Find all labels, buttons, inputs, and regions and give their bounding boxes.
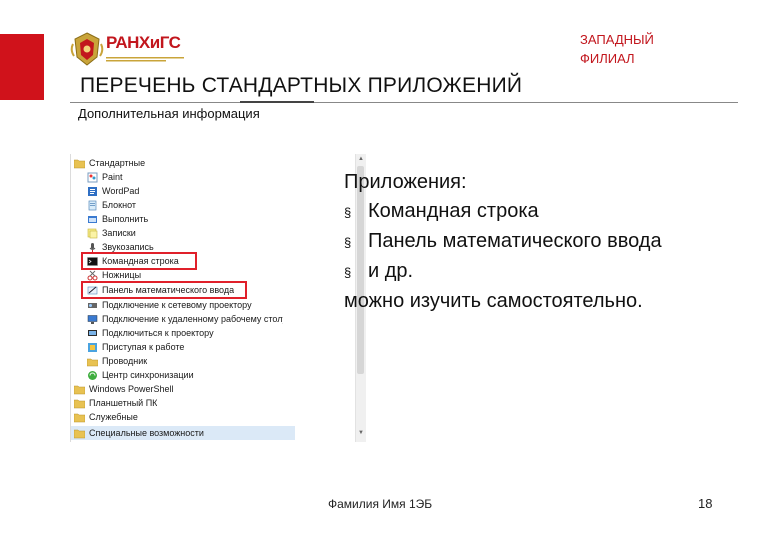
menu-item-standard[interactable]: Стандартные [71, 156, 283, 170]
folder-icon [74, 159, 85, 168]
menu-item-label: Приступая к работе [102, 342, 185, 352]
slide-title: ПЕРЕЧЕНЬ СТАНДАРТНЫХ ПРИЛОЖЕНИЙ [80, 74, 523, 97]
menu-item-notepad[interactable]: Блокнот [71, 198, 283, 212]
menu-item-label: Служебные [89, 412, 138, 422]
bullet-marker: § [344, 205, 352, 220]
start-menu-screenshot: Стандартные Paint WordPad Блокнот Выполн… [70, 154, 366, 442]
menu-item-label: WordPad [102, 186, 140, 196]
projector-icon [88, 302, 97, 308]
bullet-text: Командная строка [368, 200, 539, 222]
getting-started-icon [88, 342, 97, 352]
page-number: 18 [698, 496, 713, 511]
menu-item-label: Выполнить [102, 214, 149, 224]
folder-icon [74, 385, 85, 394]
logo-text: РАНХиГС [106, 33, 181, 52]
menu-item-label: Ножницы [102, 270, 142, 280]
title-divider-accent [240, 101, 314, 103]
menu-item-label: Специальные возможности [89, 428, 204, 438]
bullet-marker: § [344, 265, 352, 280]
paint-icon [87, 172, 98, 182]
folder-icon [74, 399, 85, 408]
menu-item-label: Блокнот [102, 200, 137, 210]
emblem-icon [70, 32, 104, 66]
scroll-up-icon[interactable]: ▲ [358, 156, 364, 162]
content-heading: Приложения: [344, 171, 467, 193]
logo-tagline-graphic [106, 57, 184, 62]
bullet-text: Панель математического ввода [368, 230, 662, 252]
menu-item-label: Записки [102, 228, 136, 238]
menu-item-label: Планшетный ПК [89, 398, 158, 408]
projector-icon [88, 329, 97, 336]
branch-line-1: ЗАПАДНЫЙ [580, 32, 654, 47]
menu-item-sticky-notes[interactable]: Записки [71, 226, 283, 240]
menu-item-paint[interactable]: Paint [71, 170, 283, 184]
title-divider [70, 102, 738, 103]
bullet-marker: § [344, 235, 352, 250]
menu-item-accessibility[interactable]: Специальные возможности [71, 426, 295, 440]
menu-item-remote-desktop[interactable]: Подключение к удаленному рабочему столу [71, 312, 283, 326]
menu-item-label: Paint [102, 172, 123, 182]
highlight-command-prompt [81, 252, 197, 270]
sync-icon [88, 370, 97, 380]
bullet-item: § Панель математического ввода [344, 227, 662, 257]
menu-item-label: Стандартные [89, 158, 146, 168]
logo: РАНХиГС [70, 30, 210, 70]
scissors-icon [87, 270, 98, 280]
menu-item-connect-projector[interactable]: Подключиться к проектору [71, 326, 283, 340]
sticky-notes-icon [87, 228, 98, 238]
menu-item-label: Проводник [102, 356, 148, 366]
menu-item-label: Подключиться к проектору [102, 328, 214, 338]
slide-subtitle: Дополнительная информация [78, 106, 260, 121]
menu-item-explorer[interactable]: Проводник [71, 354, 283, 368]
remote-desktop-icon [87, 314, 98, 324]
menu-item-wordpad[interactable]: WordPad [71, 184, 283, 198]
wordpad-icon [88, 186, 97, 196]
footer-author: Фамилия Имя 1ЭБ [328, 497, 433, 511]
menu-item-label: Windows PowerShell [89, 384, 174, 394]
bullet-item: § Командная строка [344, 197, 662, 227]
microphone-icon [89, 242, 96, 252]
branch-line-2: ФИЛИАЛ [580, 51, 635, 66]
folder-icon [74, 429, 85, 438]
menu-item-label: Звукозапись [102, 242, 154, 252]
menu-item-system-tools[interactable]: Служебные [71, 410, 283, 424]
menu-item-label: Подключение к сетевому проектору [102, 300, 252, 310]
menu-item-powershell[interactable]: Windows PowerShell [71, 382, 283, 396]
slide-content: Приложения: § Командная строка § Панель … [344, 168, 662, 316]
menu-item-tablet-pc[interactable]: Планшетный ПК [71, 396, 283, 410]
notepad-icon [88, 200, 97, 210]
menu-item-snipping-tool[interactable]: Ножницы [71, 268, 283, 282]
branch-label: ЗАПАДНЫЙ ФИЛИАЛ [580, 30, 654, 68]
bullet-item: § и др. [344, 257, 662, 287]
folder-icon [74, 413, 85, 422]
content-closing: можно изучить самостоятельно. [344, 290, 643, 312]
menu-item-sync-center[interactable]: Центр синхронизации [71, 368, 283, 382]
menu-item-label: Центр синхронизации [102, 370, 194, 380]
scroll-down-icon[interactable]: ▼ [358, 430, 364, 436]
menu-item-getting-started[interactable]: Приступая к работе [71, 340, 283, 354]
menu-item-label: Подключение к удаленному рабочему столу [102, 314, 283, 324]
menu-item-run[interactable]: Выполнить [71, 212, 283, 226]
highlight-math-input-panel [81, 281, 247, 299]
explorer-icon [87, 358, 98, 366]
accent-bar [0, 34, 44, 100]
run-icon [88, 215, 97, 223]
bullet-text: и др. [368, 260, 414, 282]
menu-item-network-projector[interactable]: Подключение к сетевому проектору [71, 298, 283, 312]
